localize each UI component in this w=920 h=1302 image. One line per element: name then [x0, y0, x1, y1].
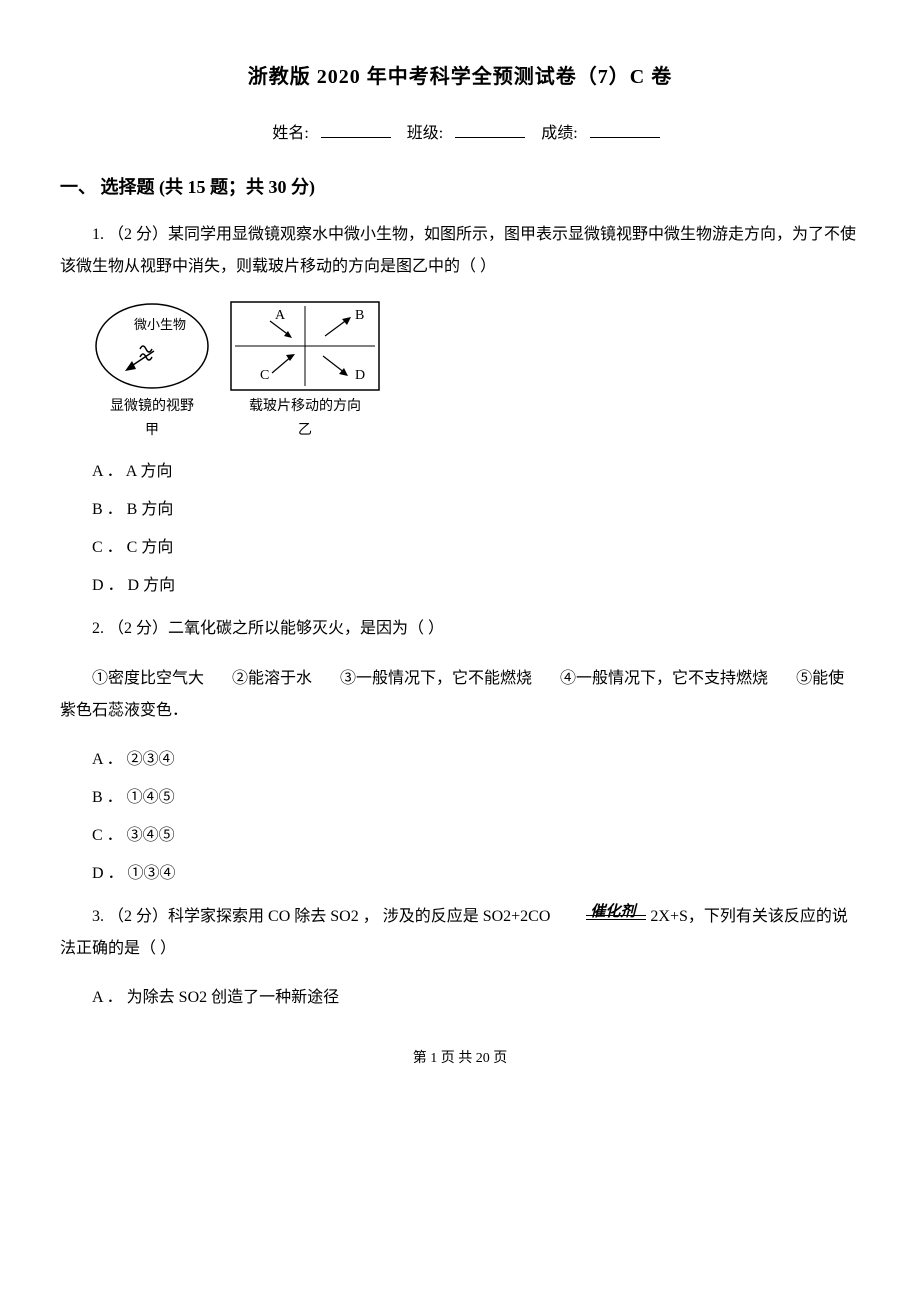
name-blank[interactable]	[321, 121, 391, 138]
q1-stem: 某同学用显微镜观察水中微小生物，如图所示，图甲表示显微镜视野中微生物游走方向，为…	[60, 226, 856, 275]
q2-option-b: B ． ①④⑤	[60, 783, 860, 807]
q1-figures: 微小生物 显微镜的视野 甲 A B	[92, 301, 860, 439]
q2-s1: ①密度比空气大	[92, 670, 204, 687]
name-label: 姓名:	[272, 125, 308, 142]
organism-label: 微小生物	[134, 317, 186, 332]
arrow-a-label: A	[275, 308, 286, 323]
q1-number: 1.	[92, 226, 108, 243]
catalyst-label: 催化剂	[558, 897, 635, 927]
q3-option-a: A ． 为除去 SO2 创造了一种新途径	[60, 983, 860, 1007]
catalyst-arrow-icon: 催化剂	[554, 901, 646, 933]
arrow-b-label: B	[355, 308, 364, 323]
score-label: 成绩:	[541, 125, 577, 142]
section-1-header: 一、 选择题 (共 15 题；共 30 分)	[60, 173, 860, 199]
figure-jia-caption-b: 甲	[92, 419, 212, 439]
figure-yi-caption-b: 乙	[230, 419, 380, 439]
q2-stem: 二氧化碳之所以能够灭火，是因为（ ）	[168, 620, 444, 637]
q3-number: 3.	[92, 908, 108, 925]
q2-option-c: C ． ③④⑤	[60, 821, 860, 845]
q2-s3: ③一般情况下，它不能燃烧	[340, 670, 532, 687]
page-title: 浙教版 2020 年中考科学全预测试卷（7）C 卷	[60, 60, 860, 89]
q2-points: （2 分）	[108, 620, 168, 637]
arrow-d-label: D	[355, 368, 365, 383]
score-blank[interactable]	[590, 121, 660, 138]
q1-option-c: C ． C 方向	[60, 533, 860, 557]
q1-points: （2 分）	[108, 226, 168, 243]
figure-jia-caption-a: 显微镜的视野	[92, 395, 212, 415]
q2-s4: ④一般情况下，它不支持燃烧	[560, 670, 768, 687]
q2-option-d: D ． ①③④	[60, 859, 860, 883]
q2-option-a: A ． ②③④	[60, 745, 860, 769]
question-1: 1. （2 分）某同学用显微镜观察水中微小生物，如图所示，图甲表示显微镜视野中微…	[60, 219, 860, 283]
figure-yi-caption-a: 载玻片移动的方向	[230, 395, 380, 415]
question-3: 3. （2 分）科学家探索用 CO 除去 SO2 ， 涉及的反应是 SO2+2C…	[60, 901, 860, 965]
figure-yi: A B C D 载玻片移动的方向 乙	[230, 301, 380, 439]
q2-number: 2.	[92, 620, 108, 637]
q3-points: （2 分）	[108, 908, 168, 925]
q1-option-b: B ． B 方向	[60, 495, 860, 519]
q1-option-d: D ． D 方向	[60, 571, 860, 595]
q1-option-a: A ． A 方向	[60, 457, 860, 481]
figure-jia: 微小生物 显微镜的视野 甲	[92, 301, 212, 439]
q2-s2: ②能溶于水	[232, 670, 312, 687]
arrow-c-label: C	[260, 368, 269, 383]
class-blank[interactable]	[455, 121, 525, 138]
q3-stem-a: 科学家探索用 CO 除去 SO2 ， 涉及的反应是 SO2+2CO	[168, 908, 554, 925]
q2-statements: ①密度比空气大 ②能溶于水 ③一般情况下，它不能燃烧 ④一般情况下，它不支持燃烧…	[60, 663, 860, 727]
page-footer: 第 1 页 共 20 页	[60, 1047, 860, 1067]
question-2: 2. （2 分）二氧化碳之所以能够灭火，是因为（ ）	[60, 613, 860, 645]
info-line: 姓名: 班级: 成绩:	[60, 119, 860, 143]
class-label: 班级:	[407, 125, 443, 142]
